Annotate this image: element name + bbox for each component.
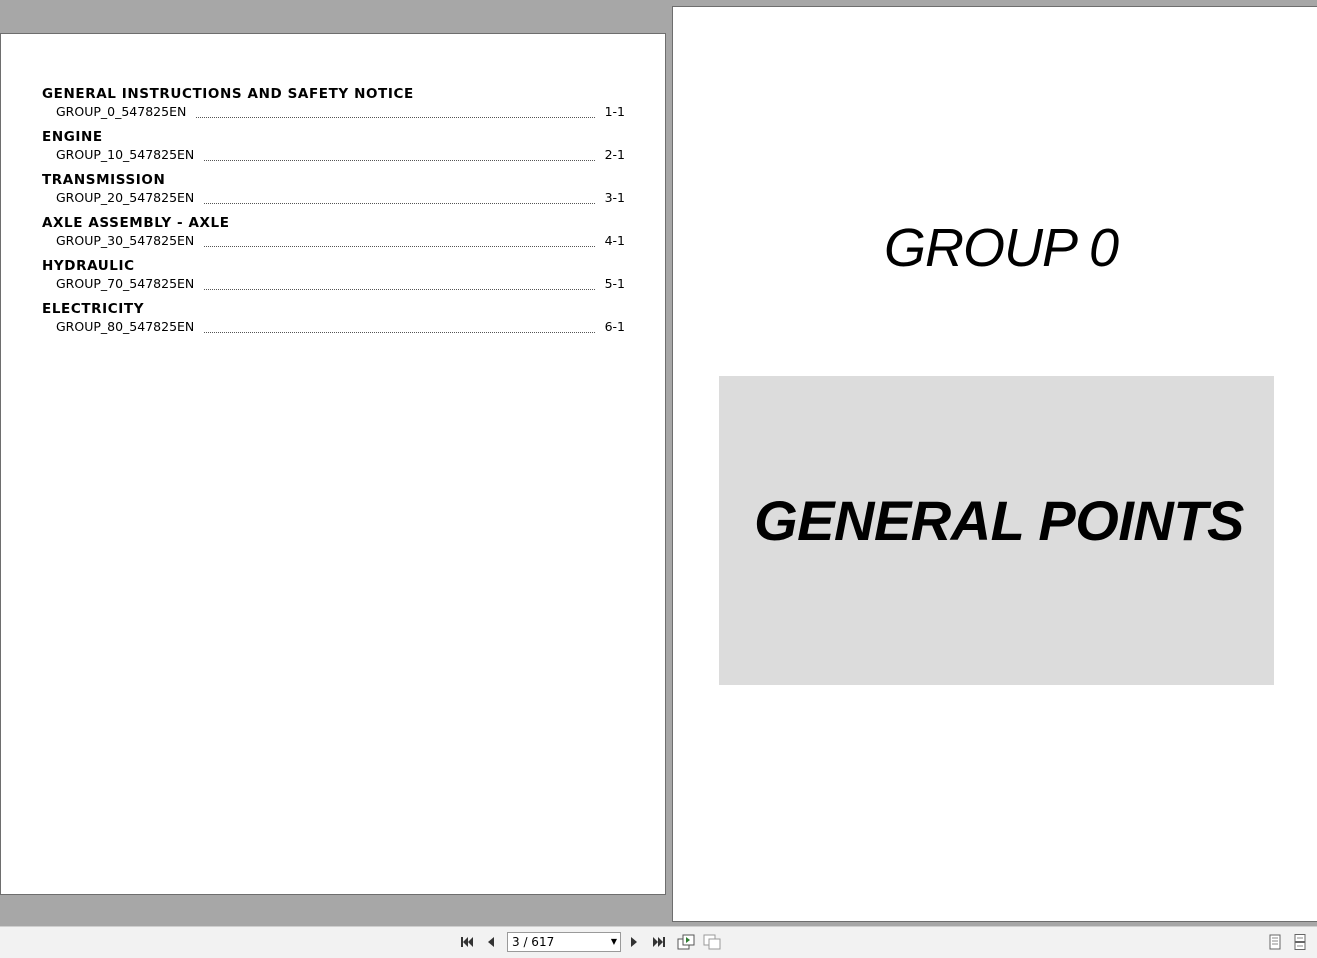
page-indicator: 3 / 617 [512,935,555,949]
table-of-contents: GENERAL INSTRUCTIONS AND SAFETY NOTICE G… [42,85,625,343]
toc-heading: ENGINE [42,129,103,145]
section-title-box: GENERAL POINTS [719,376,1274,685]
first-page-icon [461,937,473,947]
last-page-button[interactable] [650,933,668,951]
first-page-button[interactable] [458,933,476,951]
toc-page-number: 6-1 [604,319,625,334]
single-page-view-button[interactable] [1266,933,1284,951]
previous-view-icon [677,934,695,950]
toc-page-number: 4-1 [604,233,625,248]
toc-leader-dots [204,246,595,247]
last-page-icon [653,937,665,947]
next-view-icon [703,934,721,950]
toc-page-number: 2-1 [604,147,625,162]
toc-link-group-70[interactable]: GROUP_70_547825EN 5-1 [42,275,625,293]
continuous-view-button[interactable] [1291,933,1309,951]
toc-entry: ENGINE GROUP_10_547825EN 2-1 [42,128,625,164]
toc-link-group-80[interactable]: GROUP_80_547825EN 6-1 [42,318,625,336]
toc-item-label: GROUP_20_547825EN [56,190,195,205]
toc-entry: ELECTRICITY GROUP_80_547825EN 6-1 [42,300,625,336]
page-number-dropdown[interactable]: 3 / 617 ▼ [507,932,621,952]
toc-entry: AXLE ASSEMBLY - AXLE GROUP_30_547825EN 4… [42,214,625,250]
page-navigation-toolbar: 3 / 617 ▼ [0,926,1317,958]
toc-link-group-20[interactable]: GROUP_20_547825EN 3-1 [42,189,625,207]
toc-entry: HYDRAULIC GROUP_70_547825EN 5-1 [42,257,625,293]
toc-heading: AXLE ASSEMBLY - AXLE [42,215,230,231]
toc-page-number: 3-1 [604,190,625,205]
toc-page-number: 1-1 [604,104,625,119]
next-page-button[interactable] [625,933,643,951]
toc-leader-dots [204,160,595,161]
next-page-icon [631,937,637,947]
toc-item-label: GROUP_0_547825EN [56,104,187,119]
continuous-view-icon [1294,934,1306,950]
group-title: GROUP 0 [883,218,1119,278]
toc-heading: TRANSMISSION [42,172,166,188]
chevron-down-icon: ▼ [610,937,617,946]
toc-leader-dots [196,117,595,118]
single-page-view-icon [1269,934,1281,950]
toc-leader-dots [204,332,595,333]
toc-leader-dots [204,289,595,290]
toc-item-label: GROUP_70_547825EN [56,276,195,291]
toc-link-group-0[interactable]: GROUP_0_547825EN 1-1 [42,103,625,121]
toc-item-label: GROUP_30_547825EN [56,233,195,248]
next-view-button[interactable] [703,933,721,951]
previous-page-icon [488,937,494,947]
toc-heading: GENERAL INSTRUCTIONS AND SAFETY NOTICE [42,86,414,102]
toc-link-group-30[interactable]: GROUP_30_547825EN 4-1 [42,232,625,250]
toc-heading: ELECTRICITY [42,301,145,317]
toc-link-group-10[interactable]: GROUP_10_547825EN 2-1 [42,146,625,164]
pdf-viewer: GENERAL INSTRUCTIONS AND SAFETY NOTICE G… [0,0,1317,958]
document-page-toc: GENERAL INSTRUCTIONS AND SAFETY NOTICE G… [0,33,666,895]
toc-item-label: GROUP_80_547825EN [56,319,195,334]
previous-page-button[interactable] [482,933,500,951]
document-page-group-cover: GROUP 0 GENERAL POINTS [672,6,1317,922]
toc-entry: TRANSMISSION GROUP_20_547825EN 3-1 [42,171,625,207]
section-title: GENERAL POINTS [754,489,1244,552]
toc-leader-dots [204,203,595,204]
toc-heading: HYDRAULIC [42,258,135,274]
toc-item-label: GROUP_10_547825EN [56,147,195,162]
toc-page-number: 5-1 [604,276,625,291]
toc-entry: GENERAL INSTRUCTIONS AND SAFETY NOTICE G… [42,85,625,121]
previous-view-button[interactable] [677,933,695,951]
